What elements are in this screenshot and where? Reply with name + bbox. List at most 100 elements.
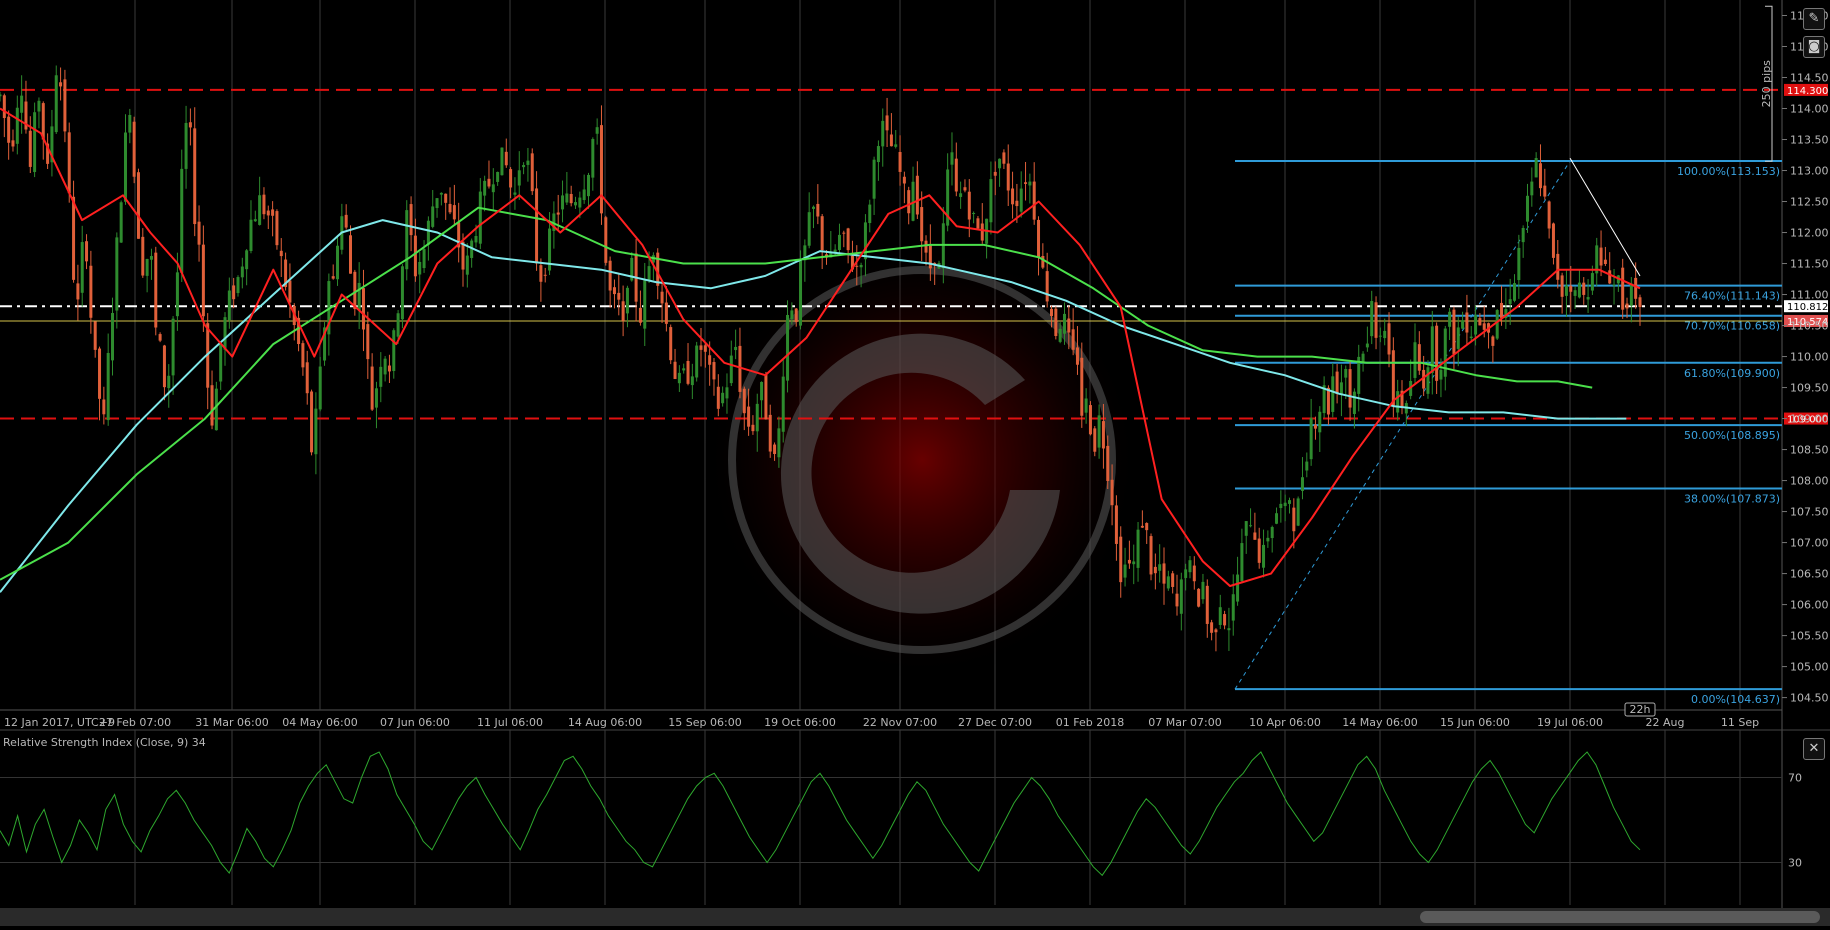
candle-body [1093,428,1097,452]
candle-body [102,399,106,415]
rsi-level-label: 30 [1788,857,1802,870]
candle-body [1296,498,1300,526]
candle-body [301,343,305,368]
candle-body [591,139,595,178]
candle-body [387,365,391,372]
candle-body [738,345,742,392]
candle-body [1227,628,1231,631]
candle-body [959,193,963,197]
candle-body [1543,185,1547,197]
x-axis-tick-label: 11 Jul 06:00 [477,716,543,729]
candle-body [721,392,725,404]
candle-body [1062,313,1066,334]
x-axis-tick-label: 01 Feb 2018 [1056,716,1124,729]
candle-body [1482,323,1486,330]
chart-stage[interactable]: 114.300 109.000 110.812 110.574 100.00%(113… [0,0,1830,926]
camera-icon[interactable]: ◙ [1803,36,1825,58]
pencil-icon[interactable]: ✎ [1803,8,1825,30]
candle-body [1590,273,1594,291]
candle-body [565,193,569,203]
candle-body [1097,415,1101,448]
candle-body [1171,573,1175,587]
candle-body [863,222,867,260]
candle-body [1348,369,1352,408]
y-axis-tick-label: 106.50 [1790,568,1829,581]
candle-body [842,232,846,234]
candle-body [1184,569,1188,578]
candle-body [872,159,876,199]
candle-body [1573,290,1577,296]
candle-body [764,374,768,420]
close-icon[interactable]: ✕ [1803,738,1825,760]
candle-body [409,204,413,236]
candle-body [1517,247,1521,281]
candle-body [461,241,465,270]
candle-body [1257,538,1261,563]
candle-body [227,290,231,321]
candle-body [171,318,175,376]
candle-body [1586,297,1590,300]
candle-body [1530,181,1534,196]
y-axis-tick-label: 113.00 [1790,165,1829,178]
y-axis-tick-label: 112.50 [1790,196,1829,209]
candle-body [175,272,179,317]
candle-body [1426,367,1430,394]
candle-body [353,271,357,310]
candle-body [1383,330,1387,339]
candle-body [28,130,32,167]
candle-body [612,287,616,295]
candle-body [162,345,166,388]
candle-body [1201,581,1205,600]
candle-body [1339,382,1343,395]
candle-body [344,214,348,228]
candle-body [837,234,841,250]
candle-body [1603,259,1607,264]
y-axis-tick-label: 109.00 [1790,413,1829,426]
candle-body [509,169,513,188]
candle-body [1396,391,1400,413]
fib-level-label: 0.00%(104.637) [1691,693,1780,706]
candle-body [686,360,690,384]
candle-body [1508,299,1512,304]
y-axis-tick-label: 105.50 [1790,630,1829,643]
candle-body [448,203,452,213]
candle-body [1318,411,1322,433]
candle-body [20,95,24,113]
candle-body [1002,152,1006,164]
candle-body [846,228,850,251]
candle-body [1050,308,1054,317]
candle-body [768,414,772,452]
candle-body [1028,181,1032,186]
y-axis-tick-label: 111.00 [1790,289,1829,302]
candle-body [1158,564,1162,571]
scrollbar-thumb[interactable] [1420,911,1820,923]
candle-body [504,151,508,166]
candle-body [67,132,71,194]
candle-body [1110,479,1114,506]
candle-body [474,235,478,243]
price-chart[interactable]: 114.300109.000110.812110.574 100.00%(113… [0,0,1830,926]
candle-body [1344,368,1348,378]
candle-body [595,127,599,134]
candle-body [582,189,586,201]
candle-body [755,403,759,432]
candle-body [1015,200,1019,207]
candle-body [1101,421,1105,449]
horizontal-scrollbar[interactable] [0,908,1830,926]
candle-body [1551,223,1555,258]
candle-body [1391,350,1395,407]
candle-body [1136,529,1140,568]
candle-body [266,210,270,216]
candle-body [1478,318,1482,326]
candle-body [444,193,448,203]
x-axis-tick-label: 11 Sep [1721,716,1759,729]
candle-body [673,361,677,379]
candle-body [426,220,430,245]
candle-body [1335,371,1339,394]
candle-body [361,288,365,330]
candle-body [288,280,292,303]
candle-body [1024,182,1028,184]
candle-body [608,260,612,291]
candle-body [535,188,539,264]
candle-body [349,235,353,274]
